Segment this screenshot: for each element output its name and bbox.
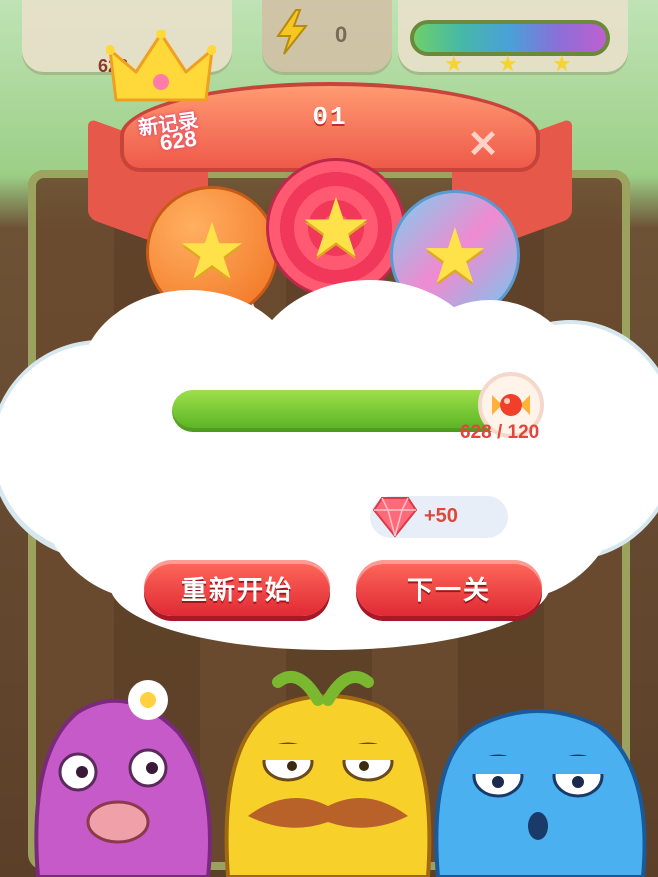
close-button[interactable]: ✕ <box>462 124 504 166</box>
blue-character <box>434 709 647 877</box>
close-icon: ✕ <box>467 124 499 166</box>
next-level-button[interactable]: 下一关 <box>356 560 542 616</box>
star-lollipop-2: ★ <box>266 158 406 298</box>
star-icon: ★ <box>420 210 490 300</box>
hud-star-icon: ★ <box>444 52 464 77</box>
hud-star-icon: ★ <box>552 52 572 77</box>
new-record-value: 628 <box>158 125 199 156</box>
crown-icon <box>106 30 216 102</box>
bolt-icon <box>276 9 309 55</box>
level-number: 01 <box>312 102 348 132</box>
hud-moves-value: 0 <box>335 22 348 47</box>
reward-value: +50 <box>424 505 458 527</box>
hud-star-icon: ★ <box>498 52 518 77</box>
score-ratio: 628 / 120 <box>460 422 540 443</box>
gem-icon <box>372 497 418 538</box>
restart-button[interactable]: 重新开始 <box>144 560 330 616</box>
yellow-character <box>224 671 432 877</box>
hud-star-progress-bar <box>410 20 610 56</box>
candy-icon <box>492 394 530 416</box>
purple-character <box>34 680 212 877</box>
star-icon: ★ <box>299 180 373 276</box>
star-icon: ★ <box>177 207 247 297</box>
